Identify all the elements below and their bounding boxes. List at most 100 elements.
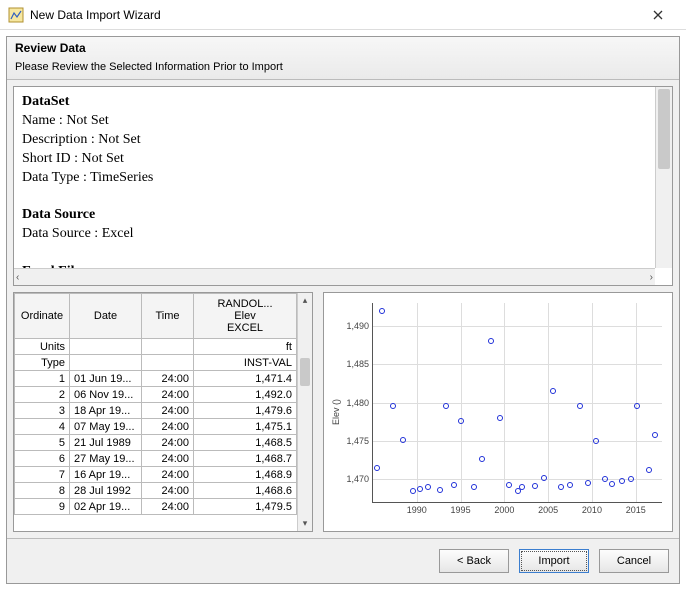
header: Review Data Please Review the Selected I… xyxy=(7,37,679,80)
cell-ordinate: 2 xyxy=(15,387,70,403)
table-row[interactable]: 828 Jul 199224:001,468.6 xyxy=(15,483,297,499)
col-date[interactable]: Date xyxy=(70,294,142,339)
chart-point xyxy=(646,467,652,473)
cell-value: 1,492.0 xyxy=(194,387,297,403)
xtick-label: 1990 xyxy=(407,505,427,515)
chart-point xyxy=(479,456,485,462)
table-row[interactable]: 716 Apr 19...24:001,468.9 xyxy=(15,467,297,483)
table-scroll-vertical[interactable]: ▴ ▾ xyxy=(297,293,312,531)
table-row[interactable]: 627 May 19...24:001,468.7 xyxy=(15,451,297,467)
import-button[interactable]: Import xyxy=(519,549,589,573)
dataset-name: Name : Not Set xyxy=(22,113,109,128)
chart-point xyxy=(374,465,380,471)
chart-point xyxy=(619,478,625,484)
cell-ordinate: 7 xyxy=(15,467,70,483)
table-row[interactable]: 902 Apr 19...24:001,479.5 xyxy=(15,499,297,515)
window-title: New Data Import Wizard xyxy=(30,8,161,22)
chart-point xyxy=(443,403,449,409)
cell-time: 24:00 xyxy=(142,371,194,387)
dataset-desc: Description : Not Set xyxy=(22,132,141,147)
cell-time: 24:00 xyxy=(142,499,194,515)
dataset-shortid: Short ID : Not Set xyxy=(22,151,124,166)
datasource-heading: Data Source xyxy=(22,207,95,222)
chart-ylabel: Elev () xyxy=(331,399,341,425)
dataset-heading: DataSet xyxy=(22,94,69,109)
type-row: Type INST-VAL xyxy=(15,355,297,371)
cell-value: 1,479.5 xyxy=(194,499,297,515)
xtick-label: 2000 xyxy=(494,505,514,515)
cell-time: 24:00 xyxy=(142,403,194,419)
xtick-label: 1995 xyxy=(451,505,471,515)
cell-date: 07 May 19... xyxy=(70,419,142,435)
chart-point xyxy=(567,482,573,488)
units-value: ft xyxy=(194,339,297,355)
cell-date: 28 Jul 1992 xyxy=(70,483,142,499)
chart-point xyxy=(417,486,423,492)
chart-point xyxy=(379,308,385,314)
page-subtitle: Please Review the Selected Information P… xyxy=(15,61,671,73)
cell-ordinate: 1 xyxy=(15,371,70,387)
cell-ordinate: 6 xyxy=(15,451,70,467)
chart-point xyxy=(451,482,457,488)
review-text: DataSet Name : Not Set Description : Not… xyxy=(14,87,672,271)
col-time[interactable]: Time xyxy=(142,294,194,339)
chart-point xyxy=(652,432,658,438)
cell-ordinate: 5 xyxy=(15,435,70,451)
chart-point xyxy=(458,418,464,424)
chart-point xyxy=(550,388,556,394)
chart-point xyxy=(410,488,416,494)
cell-ordinate: 4 xyxy=(15,419,70,435)
chart-point xyxy=(577,403,583,409)
table-row[interactable]: 407 May 19...24:001,475.1 xyxy=(15,419,297,435)
close-button[interactable] xyxy=(638,1,678,29)
cell-value: 1,468.7 xyxy=(194,451,297,467)
col-value[interactable]: RANDOL... Elev EXCEL xyxy=(194,294,297,339)
titlebar: New Data Import Wizard xyxy=(0,0,686,30)
review-scroll-vertical[interactable] xyxy=(655,87,672,268)
review-panel: DataSet Name : Not Set Description : Not… xyxy=(13,86,673,286)
chart-point xyxy=(609,481,615,487)
ytick-label: 1,470 xyxy=(346,474,369,484)
table-row[interactable]: 521 Jul 198924:001,468.5 xyxy=(15,435,297,451)
cell-value: 1,468.9 xyxy=(194,467,297,483)
ytick-label: 1,485 xyxy=(346,359,369,369)
cell-date: 16 Apr 19... xyxy=(70,467,142,483)
ytick-label: 1,490 xyxy=(346,321,369,331)
content-row: Ordinate Date Time RANDOL... Elev EXCEL … xyxy=(13,292,673,532)
table-row[interactable]: 318 Apr 19...24:001,479.6 xyxy=(15,403,297,419)
chart-point xyxy=(497,415,503,421)
cell-ordinate: 3 xyxy=(15,403,70,419)
cell-value: 1,471.4 xyxy=(194,371,297,387)
ytick-label: 1,475 xyxy=(346,436,369,446)
cell-date: 27 May 19... xyxy=(70,451,142,467)
xtick-label: 2015 xyxy=(626,505,646,515)
xtick-label: 2010 xyxy=(582,505,602,515)
units-row: Units ft xyxy=(15,339,297,355)
cell-value: 1,468.5 xyxy=(194,435,297,451)
type-label: Type xyxy=(15,355,70,371)
chart-point xyxy=(541,475,547,481)
cell-date: 01 Jun 19... xyxy=(70,371,142,387)
chart: Elev () 1,4701,4751,4801,4851,4901990199… xyxy=(323,292,673,532)
review-scroll-horizontal[interactable]: ‹› xyxy=(14,268,655,285)
table-row[interactable]: 206 Nov 19...24:001,492.0 xyxy=(15,387,297,403)
cell-value: 1,475.1 xyxy=(194,419,297,435)
chart-point xyxy=(506,482,512,488)
cell-value: 1,479.6 xyxy=(194,403,297,419)
dialog-body: Review Data Please Review the Selected I… xyxy=(6,36,680,584)
chart-point xyxy=(602,476,608,482)
cell-date: 02 Apr 19... xyxy=(70,499,142,515)
cell-time: 24:00 xyxy=(142,467,194,483)
chart-point xyxy=(471,484,477,490)
table-row[interactable]: 101 Jun 19...24:001,471.4 xyxy=(15,371,297,387)
chart-point xyxy=(628,476,634,482)
col-ordinate[interactable]: Ordinate xyxy=(15,294,70,339)
cell-date: 21 Jul 1989 xyxy=(70,435,142,451)
chart-point xyxy=(634,403,640,409)
app-icon xyxy=(8,7,24,23)
cell-date: 18 Apr 19... xyxy=(70,403,142,419)
datasource-line: Data Source : Excel xyxy=(22,226,134,241)
cancel-button[interactable]: Cancel xyxy=(599,549,669,573)
type-value: INST-VAL xyxy=(194,355,297,371)
back-button[interactable]: < Back xyxy=(439,549,509,573)
